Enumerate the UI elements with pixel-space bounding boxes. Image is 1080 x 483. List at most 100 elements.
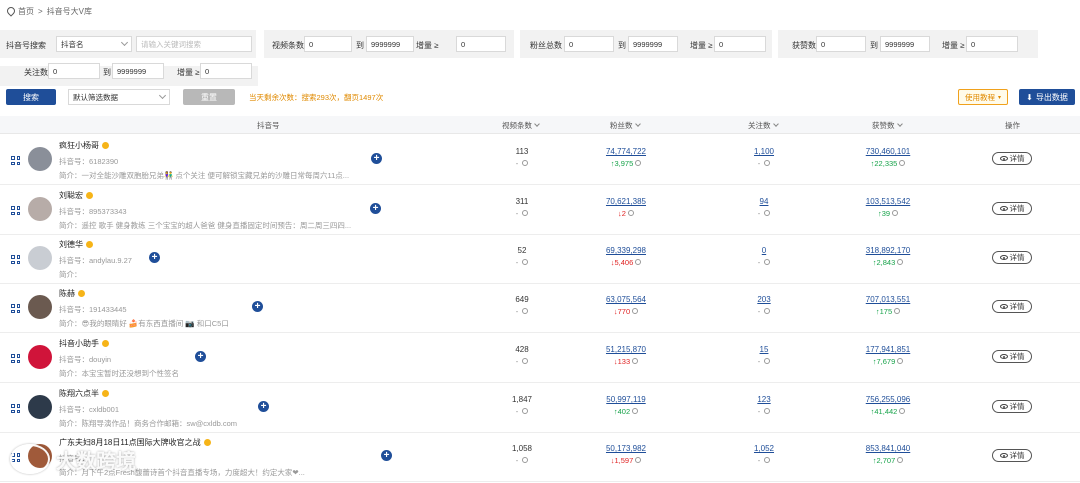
follows-value[interactable]: 123: [732, 395, 796, 404]
fans-value[interactable]: 74,774,722: [590, 147, 662, 156]
clock-icon[interactable]: [764, 160, 771, 167]
clock-icon[interactable]: [522, 457, 529, 464]
clock-icon[interactable]: [632, 408, 639, 415]
search-type-select[interactable]: 抖音名: [56, 36, 132, 52]
add-monitor-icon[interactable]: +: [370, 203, 381, 214]
fans-value[interactable]: 50,173,982: [590, 444, 662, 453]
detail-button[interactable]: 详情: [992, 300, 1032, 313]
qr-code-icon[interactable]: [11, 354, 20, 363]
detail-button[interactable]: 详情: [992, 350, 1032, 363]
add-monitor-icon[interactable]: +: [149, 252, 160, 263]
clock-icon[interactable]: [764, 308, 771, 315]
fans-value[interactable]: 70,621,385: [590, 197, 662, 206]
fans-value[interactable]: 69,339,298: [590, 246, 662, 255]
export-button[interactable]: ⬇ 导出数据: [1019, 89, 1075, 105]
likes-value[interactable]: 756,255,096: [852, 395, 924, 404]
follows-value[interactable]: 15: [732, 345, 796, 354]
detail-button[interactable]: 详情: [992, 400, 1032, 413]
video-max-input[interactable]: 9999999: [366, 36, 414, 52]
account-name[interactable]: 刘聪宏: [59, 190, 83, 201]
fans-value[interactable]: 63,075,564: [590, 295, 662, 304]
header-fans[interactable]: 粉丝数: [610, 120, 641, 131]
qr-code-icon[interactable]: [11, 304, 20, 313]
detail-button[interactable]: 详情: [992, 152, 1032, 165]
clock-icon[interactable]: [635, 259, 642, 266]
qr-code-icon[interactable]: [11, 206, 20, 215]
header-likes[interactable]: 获赞数: [872, 120, 903, 131]
likes-value[interactable]: 707,013,551: [852, 295, 924, 304]
account-name[interactable]: 抖音小助手: [59, 338, 99, 349]
clock-icon[interactable]: [897, 358, 904, 365]
follow-min-input[interactable]: 0: [48, 63, 100, 79]
avatar[interactable]: [28, 147, 52, 171]
account-name[interactable]: 陈翔六点半: [59, 388, 99, 399]
add-monitor-icon[interactable]: +: [258, 401, 269, 412]
likes-value[interactable]: 730,460,101: [852, 147, 924, 156]
likes-value[interactable]: 853,841,040: [852, 444, 924, 453]
clock-icon[interactable]: [522, 408, 529, 415]
follow-max-input[interactable]: 9999999: [112, 63, 164, 79]
fans-value[interactable]: 50,997,119: [590, 395, 662, 404]
follows-value[interactable]: 1,052: [732, 444, 796, 453]
clock-icon[interactable]: [522, 160, 529, 167]
likes-max-input[interactable]: 9999999: [880, 36, 930, 52]
clock-icon[interactable]: [764, 408, 771, 415]
follows-value[interactable]: 0: [732, 246, 796, 255]
likes-value[interactable]: 177,941,851: [852, 345, 924, 354]
fans-value[interactable]: 51,215,870: [590, 345, 662, 354]
avatar[interactable]: [28, 246, 52, 270]
clock-icon[interactable]: [632, 358, 639, 365]
clock-icon[interactable]: [897, 457, 904, 464]
clock-icon[interactable]: [522, 308, 529, 315]
qr-code-icon[interactable]: [11, 156, 20, 165]
clock-icon[interactable]: [522, 259, 529, 266]
add-monitor-icon[interactable]: +: [381, 450, 392, 461]
clock-icon[interactable]: [522, 358, 529, 365]
breadcrumb-home[interactable]: 首页: [18, 6, 34, 17]
likes-value[interactable]: 318,892,170: [852, 246, 924, 255]
clock-icon[interactable]: [522, 210, 529, 217]
account-name[interactable]: 陈赫: [59, 288, 75, 299]
detail-button[interactable]: 详情: [992, 251, 1032, 264]
detail-button[interactable]: 详情: [992, 202, 1032, 215]
clock-icon[interactable]: [899, 408, 906, 415]
tutorial-button[interactable]: 使用教程 ▾: [958, 89, 1008, 105]
likes-increment-input[interactable]: 0: [966, 36, 1018, 52]
search-input[interactable]: 请输入关键词搜索: [136, 36, 252, 52]
clock-icon[interactable]: [764, 358, 771, 365]
clock-icon[interactable]: [627, 210, 634, 217]
qr-code-icon[interactable]: [11, 404, 20, 413]
clock-icon[interactable]: [632, 308, 639, 315]
preset-select[interactable]: 默认筛选数据: [68, 89, 170, 105]
likes-min-input[interactable]: 0: [816, 36, 866, 52]
add-monitor-icon[interactable]: +: [195, 351, 206, 362]
likes-value[interactable]: 103,513,542: [852, 197, 924, 206]
fans-increment-input[interactable]: 0: [714, 36, 766, 52]
account-name[interactable]: 疯狂小杨哥: [59, 140, 99, 151]
clock-icon[interactable]: [764, 457, 771, 464]
fans-max-input[interactable]: 9999999: [628, 36, 678, 52]
clock-icon[interactable]: [897, 259, 904, 266]
add-monitor-icon[interactable]: +: [371, 153, 382, 164]
clock-icon[interactable]: [764, 210, 771, 217]
fans-min-input[interactable]: 0: [564, 36, 614, 52]
clock-icon[interactable]: [894, 308, 901, 315]
clock-icon[interactable]: [764, 259, 771, 266]
avatar[interactable]: [28, 345, 52, 369]
video-increment-input[interactable]: 0: [456, 36, 506, 52]
clock-icon[interactable]: [635, 160, 642, 167]
header-follows[interactable]: 关注数: [748, 120, 779, 131]
qr-code-icon[interactable]: [11, 255, 20, 264]
search-button[interactable]: 搜索: [6, 89, 56, 105]
avatar[interactable]: [28, 197, 52, 221]
clock-icon[interactable]: [635, 457, 642, 464]
clock-icon[interactable]: [899, 160, 906, 167]
follows-value[interactable]: 1,100: [732, 147, 796, 156]
avatar[interactable]: [28, 395, 52, 419]
clock-icon[interactable]: [892, 210, 899, 217]
account-name[interactable]: 刘德华: [59, 239, 83, 250]
avatar[interactable]: [28, 295, 52, 319]
video-min-input[interactable]: 0: [304, 36, 352, 52]
header-videos[interactable]: 视频条数: [502, 120, 540, 131]
add-monitor-icon[interactable]: +: [252, 301, 263, 312]
